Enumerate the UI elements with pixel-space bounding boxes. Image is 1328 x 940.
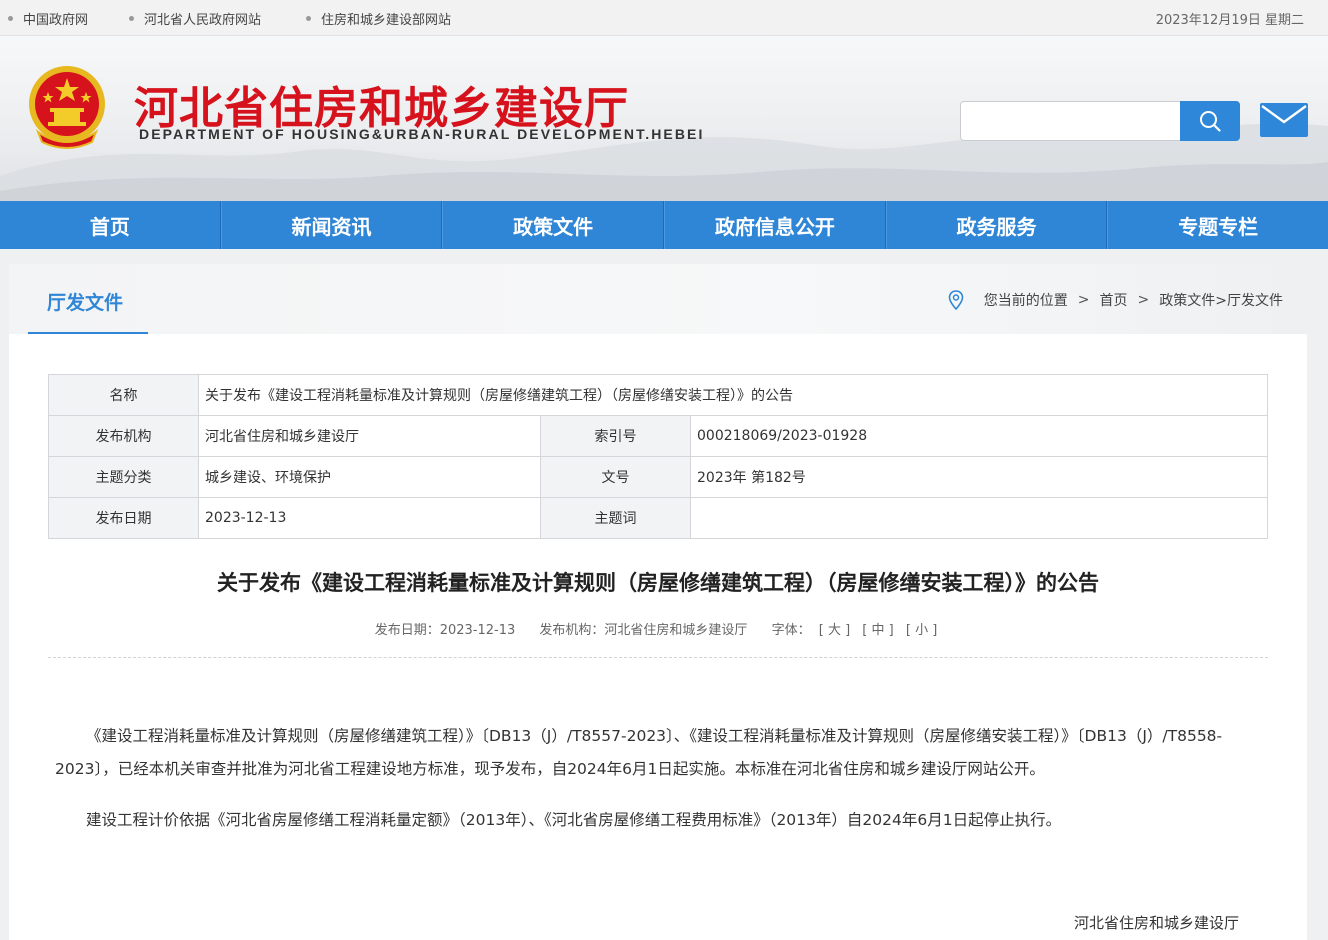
top-bar: 中国政府网 河北省人民政府网站 住房和城乡建设部网站 2023年12月19日 星…	[0, 0, 1328, 36]
meta-divider	[48, 657, 1268, 658]
link-hebei-gov-label: 河北省人民政府网站	[144, 13, 262, 28]
keyword-label: 主题词	[540, 497, 691, 539]
search-icon	[1200, 111, 1221, 132]
nav-services[interactable]: 政务服务	[885, 201, 1108, 249]
font-size-controls: 字体： [ 大 ] [ 中 ] [ 小 ]	[772, 623, 942, 638]
article-title: 关于发布《建设工程消耗量标准及计算规则（房屋修缮建筑工程）（房屋修缮安装工程）》…	[217, 571, 1099, 595]
bullet-icon	[306, 16, 311, 21]
font-size-label: 字体：	[771, 623, 811, 638]
meta-org: 发布机构：河北省住房和城乡建设厅	[539, 623, 748, 638]
docno-value: 2023年 第182号	[690, 456, 1268, 498]
site-subtitle: DEPARTMENT OF HOUSING&URBAN-RURAL DEVELO…	[139, 126, 705, 142]
index-value: 000218069/2023-01928	[690, 415, 1268, 457]
table-row: 名称 关于发布《建设工程消耗量标准及计算规则（房屋修缮建筑工程）（房屋修缮安装工…	[48, 374, 1268, 416]
search-input[interactable]	[960, 101, 1181, 141]
org-value: 河北省住房和城乡建设厅	[198, 415, 541, 457]
table-row: 发布机构 河北省住房和城乡建设厅 索引号 000218069/2023-0192…	[48, 415, 1268, 457]
bullet-icon	[8, 16, 13, 21]
nav-topics[interactable]: 专题专栏	[1107, 201, 1328, 249]
content-panel: 厅发文件 您当前的位置 > 首页 > 政策文件>厅发文件 名称 关于发布《建设工…	[9, 264, 1307, 940]
current-date: 2023年12月19日 星期二	[1155, 13, 1304, 28]
meta-date: 发布日期：2023-12-13	[374, 623, 516, 638]
breadcrumb-path[interactable]: 政策文件>厅发文件	[1159, 290, 1283, 310]
article-meta: 发布日期：2023-12-13 发布机构：河北省住房和城乡建设厅 字体： [ 大…	[9, 619, 1307, 638]
article-signature: 河北省住房和城乡建设厅	[1073, 914, 1239, 932]
section-title: 厅发文件	[47, 292, 124, 314]
link-mohurd[interactable]: 住房和城乡建设部网站	[306, 9, 451, 28]
breadcrumb: 您当前的位置 > 首页 > 政策文件>厅发文件	[948, 290, 1283, 310]
nav-home[interactable]: 首页	[0, 201, 221, 249]
link-gov-cn[interactable]: 中国政府网	[8, 9, 88, 28]
mail-icon[interactable]	[1259, 102, 1309, 138]
keyword-value	[690, 497, 1268, 539]
article-paragraph: 建设工程计价依据《河北省房屋修缮工程消耗量定额》（2013年）、《河北省房屋修缮…	[86, 811, 1062, 829]
docno-label: 文号	[540, 456, 691, 498]
name-value: 关于发布《建设工程消耗量标准及计算规则（房屋修缮建筑工程）（房屋修缮安装工程）》…	[198, 374, 1268, 416]
font-large-button[interactable]: [ 大 ]	[819, 623, 850, 638]
breadcrumb-prefix: 您当前的位置	[983, 293, 1068, 309]
table-row: 发布日期 2023-12-13 主题词	[48, 497, 1268, 539]
main-nav: 首页 新闻资讯 政策文件 政府信息公开 政务服务 专题专栏	[0, 201, 1328, 249]
article-paragraph: 《建设工程消耗量标准及计算规则（房屋修缮建筑工程）》〔DB13（J）/T8557…	[55, 727, 1223, 778]
date-value: 2023-12-13	[198, 497, 541, 539]
breadcrumb-separator: >	[1077, 292, 1090, 308]
section-underline	[28, 332, 148, 334]
font-small-button[interactable]: [ 小 ]	[906, 623, 937, 638]
article-body: 《建设工程消耗量标准及计算规则（房屋修缮建筑工程）》〔DB13（J）/T8557…	[55, 720, 1269, 855]
table-row: 主题分类 城乡建设、环境保护 文号 2023年 第182号	[48, 456, 1268, 498]
document-info-table: 名称 关于发布《建设工程消耗量标准及计算规则（房屋修缮建筑工程）（房屋修缮安装工…	[48, 374, 1268, 539]
nav-news[interactable]: 新闻资讯	[220, 201, 443, 249]
location-pin-icon	[948, 290, 964, 310]
font-medium-button[interactable]: [ 中 ]	[862, 623, 893, 638]
national-emblem-icon	[29, 66, 105, 149]
search-button[interactable]	[1180, 101, 1240, 141]
nav-policy[interactable]: 政策文件	[442, 201, 665, 249]
breadcrumb-separator: >	[1137, 292, 1150, 308]
link-hebei-gov[interactable]: 河北省人民政府网站	[129, 9, 261, 28]
index-label: 索引号	[540, 415, 691, 457]
link-mohurd-label: 住房和城乡建设部网站	[321, 13, 452, 28]
breadcrumb-home[interactable]: 首页	[1100, 290, 1128, 310]
date-label: 发布日期	[48, 497, 199, 539]
site-header: 河北省住房和城乡建设厅 DEPARTMENT OF HOUSING&URBAN-…	[0, 36, 1328, 201]
panel-header: 厅发文件 您当前的位置 > 首页 > 政策文件>厅发文件	[9, 264, 1307, 334]
bullet-icon	[129, 16, 134, 21]
link-gov-cn-label: 中国政府网	[23, 13, 89, 28]
topic-label: 主题分类	[48, 456, 199, 498]
name-label: 名称	[48, 374, 199, 416]
org-label: 发布机构	[48, 415, 199, 457]
topic-value: 城乡建设、环境保护	[198, 456, 541, 498]
nav-gov-info[interactable]: 政府信息公开	[664, 201, 886, 249]
